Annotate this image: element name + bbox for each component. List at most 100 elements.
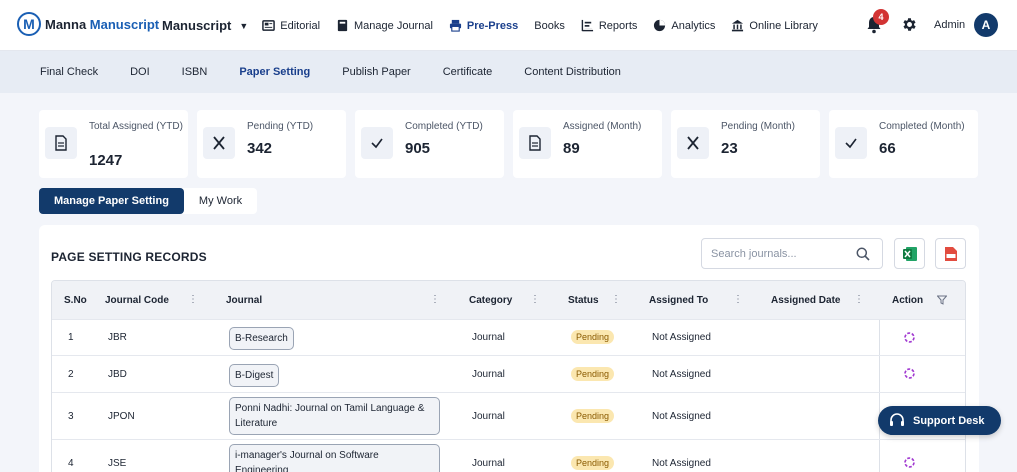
stat-card-completed-month: Completed (Month) 66 [829,110,978,178]
cell-journal-code: JBD [108,369,127,380]
cell-sno: 3 [68,411,74,422]
records-panel: PAGE SETTING RECORDS S.No Journal Code ⋮… [39,225,979,472]
col-status[interactable]: Status [568,281,599,319]
subnav-isbn[interactable]: ISBN [182,66,208,78]
stat-value: 905 [405,140,431,157]
menu-manage-journal[interactable]: Manage Journal [336,19,433,32]
stat-value: 66 [879,140,896,157]
brand-name-part2: Manuscript [89,16,160,32]
col-assigned-date[interactable]: Assigned Date [771,281,840,319]
brand-logo[interactable]: M Manna Manuscript [17,12,159,36]
search-icon[interactable] [856,247,870,261]
subnav-publish-paper[interactable]: Publish Paper [342,66,411,78]
document-icon [519,127,551,159]
institution-icon [732,19,744,32]
cell-journal-code: JPON [108,411,135,422]
column-menu-icon[interactable]: ⋮ [854,294,864,305]
stat-label: Pending (Month) [721,121,795,132]
search-input[interactable] [711,247,851,260]
cell-assigned-to: Not Assigned [652,332,711,343]
col-category[interactable]: Category [469,281,512,319]
cell-category: Journal [472,369,505,380]
menu-manuscript[interactable]: Manuscript ▼ [162,18,248,33]
support-desk-button[interactable]: Support Desk [878,406,1001,435]
cell-sno: 2 [68,369,74,380]
export-pdf-button[interactable] [935,238,966,269]
col-journal-code[interactable]: Journal Code [105,281,169,319]
column-menu-icon[interactable]: ⋮ [430,294,440,305]
cell-assigned-to: Not Assigned [652,411,711,422]
logo-badge: M [17,12,41,36]
column-menu-icon[interactable]: ⋮ [530,294,540,305]
stat-card-total-assigned-ytd: Total Assigned (YTD) 1247 [39,110,188,178]
stat-card-assigned-month: Assigned (Month) 89 [513,110,662,178]
notification-badge: 4 [873,9,889,25]
search-box [701,238,883,269]
table-header: S.No Journal Code ⋮ Journal ⋮ Category ⋮… [52,281,965,319]
assign-action-icon[interactable] [903,331,916,344]
table-row[interactable]: 2 JBD B-Digest Journal Pending Not Assig… [52,355,965,392]
col-journal[interactable]: Journal [226,281,262,319]
stat-label: Pending (YTD) [247,121,314,132]
menu-analytics-label: Analytics [671,19,716,32]
brand-name: Manna Manuscript [45,17,159,32]
menu-books[interactable]: Books [534,20,565,32]
stat-card-pending-ytd: Pending (YTD) 342 [197,110,346,178]
subnav-paper-setting[interactable]: Paper Setting [239,66,310,78]
filter-icon[interactable] [937,295,947,305]
gear-icon[interactable] [901,16,918,33]
journal-chip[interactable]: B-Research [229,327,294,350]
stat-cards: Total Assigned (YTD) 1247 Pending (YTD) … [39,110,987,178]
tab-my-work[interactable]: My Work [184,188,257,214]
subnav-content-distribution[interactable]: Content Distribution [524,66,621,78]
column-menu-icon[interactable]: ⋮ [611,294,621,305]
cell-assigned-to: Not Assigned [652,369,711,380]
column-menu-icon[interactable]: ⋮ [188,294,198,305]
cell-journal-code: JSE [108,458,127,469]
subnav-final-check[interactable]: Final Check [40,66,98,78]
table-row[interactable]: 1 JBR B-Research Journal Pending Not Ass… [52,319,965,355]
x-icon [203,127,235,159]
export-excel-button[interactable] [894,238,925,269]
admin-label[interactable]: Admin [934,19,965,31]
stat-label: Completed (Month) [879,121,965,132]
assign-action-icon[interactable] [903,456,916,469]
stat-card-pending-month: Pending (Month) 23 [671,110,820,178]
panel-title: PAGE SETTING RECORDS [51,250,207,264]
printer-icon [449,19,461,32]
status-badge: Pending [571,409,615,423]
column-menu-icon[interactable]: ⋮ [733,294,743,305]
menu-reports[interactable]: Reports [581,19,637,32]
menu-manage-journal-label: Manage Journal [354,19,433,32]
tab-manage-paper-setting[interactable]: Manage Paper Setting [39,188,184,214]
journal-chip[interactable]: B-Digest [229,364,280,387]
newspaper-icon [262,20,276,31]
col-assigned-to[interactable]: Assigned To [649,281,708,319]
journal-chip[interactable]: Ponni Nadhi: Journal on Tamil Language &… [229,397,440,435]
menu-editorial-label: Editorial [280,19,321,32]
subnav-doi[interactable]: DOI [130,66,150,78]
cell-journal-code: JBR [108,332,127,343]
sub-navbar: Final Check DOI ISBN Paper Setting Publi… [0,51,1017,93]
menu-online-library[interactable]: Online Library [731,19,818,32]
table-row[interactable]: 3 JPON Ponni Nadhi: Journal on Tamil Lan… [52,392,965,439]
table-row[interactable]: 4 JSE i-manager's Journal on Software En… [52,439,965,472]
status-badge: Pending [571,330,615,344]
menu-online-library-label: Online Library [749,19,818,32]
brand-name-part1: Manna [45,16,87,32]
cell-sno: 1 [68,332,74,343]
status-badge: Pending [571,456,615,470]
assign-action-icon[interactable] [903,367,916,380]
menu-manuscript-label: Manuscript [162,18,232,33]
menu-pre-press-label: Pre-Press [466,19,519,32]
journal-chip[interactable]: i-manager's Journal on Software Engineer… [229,444,440,472]
book-icon [337,19,348,32]
cell-sno: 4 [68,458,74,469]
check-icon [361,127,393,159]
menu-analytics[interactable]: Analytics [653,19,715,32]
menu-pre-press[interactable]: Pre-Press [449,19,518,32]
menu-books-label: Books [534,19,565,32]
menu-editorial[interactable]: Editorial [262,19,320,32]
avatar[interactable]: A [974,13,998,37]
subnav-certificate[interactable]: Certificate [443,66,493,78]
